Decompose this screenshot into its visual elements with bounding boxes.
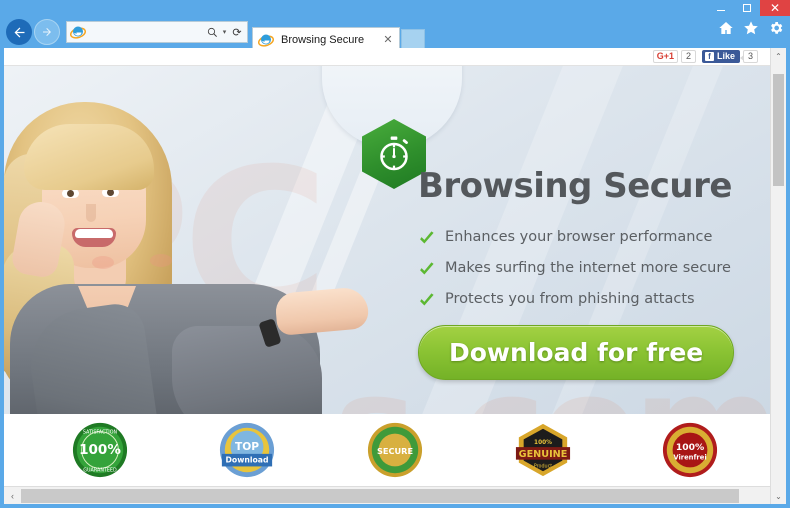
trust-badges-row: 100% SATISFACTION GUARANTEED TOP Downloa…	[4, 414, 786, 486]
list-item: Makes surfing the internet more secure	[418, 259, 748, 278]
feature-list: Enhances your browser performance Makes …	[418, 228, 748, 309]
home-icon[interactable]	[718, 20, 734, 36]
hero-copy: Browsing Secure Enhances your browser pe…	[418, 166, 748, 381]
top-download-badge: TOP Download	[218, 421, 276, 479]
settings-gear-icon[interactable]	[768, 20, 784, 36]
facebook-like-button[interactable]: f Like	[701, 50, 740, 63]
address-input[interactable]	[89, 26, 204, 38]
address-bar[interactable]: ▾ ⟳	[66, 21, 248, 43]
vertical-scroll-thumb[interactable]	[773, 74, 784, 186]
virenfrei-badge: 100% Virenfrei	[661, 421, 719, 479]
model-cheek	[150, 254, 172, 267]
list-item: Protects you from phishing attacts	[418, 290, 748, 309]
facebook-like-widget[interactable]: f Like 3	[701, 49, 758, 64]
svg-text:TOP: TOP	[235, 440, 259, 453]
checkmark-icon	[418, 292, 435, 309]
page-viewport: G+1 2 f Like 3 PC s.com	[4, 48, 786, 504]
genuine-product-badge: 100% GENUINE Product	[514, 421, 572, 479]
model-right-arm	[172, 326, 322, 414]
model-hair-front	[24, 124, 154, 190]
browser-toolbar	[718, 20, 784, 36]
horizontal-scroll-thumb[interactable]	[21, 488, 740, 503]
magnifier-icon	[207, 27, 217, 37]
tab-strip: Browsing Secure ✕	[252, 16, 425, 51]
svg-text:100%: 100%	[79, 442, 121, 458]
svg-text:GENUINE: GENUINE	[518, 449, 567, 460]
svg-text:Virenfrei: Virenfrei	[674, 454, 707, 462]
favorites-star-icon[interactable]	[743, 20, 759, 36]
google-plus-one-widget[interactable]: G+1 2	[652, 49, 696, 64]
feature-text: Enhances your browser performance	[445, 229, 713, 245]
feature-text: Makes surfing the internet more secure	[445, 260, 731, 277]
maximize-button[interactable]	[734, 0, 760, 16]
svg-text:GUARANTEED: GUARANTEED	[83, 467, 117, 473]
model-eye	[62, 189, 79, 198]
svg-text:Product: Product	[533, 463, 551, 469]
tab-favicon-icon	[258, 34, 274, 47]
vertical-scroll-track[interactable]	[771, 64, 786, 488]
back-arrow-icon	[14, 27, 24, 37]
minimize-icon	[717, 9, 725, 11]
page-title: Browsing Secure	[418, 166, 732, 206]
facebook-f-icon: f	[704, 52, 714, 61]
scroll-left-arrow-icon[interactable]: ‹	[4, 487, 21, 505]
maximize-icon	[743, 4, 751, 12]
close-button[interactable]: ✕	[760, 0, 790, 16]
tab-title: Browsing Secure	[281, 33, 365, 46]
search-icon[interactable]	[204, 23, 220, 41]
svg-text:SECURE: SECURE	[377, 446, 413, 456]
secure-badge: SECURE	[366, 421, 424, 479]
horizontal-scrollbar[interactable]: ‹ ›	[4, 486, 786, 504]
horizontal-scroll-track[interactable]	[21, 487, 769, 505]
close-icon: ✕	[769, 1, 781, 15]
svg-text:SATISFACTION: SATISFACTION	[83, 430, 118, 436]
refresh-icon[interactable]: ⟳	[229, 23, 245, 41]
model-teeth	[75, 229, 113, 238]
hero-section: PC s.com	[4, 66, 786, 414]
feature-text: Protects you from phishing attacts	[445, 291, 695, 308]
download-for-free-button[interactable]: Download for free	[418, 325, 735, 381]
satisfaction-guaranteed-badge: 100% SATISFACTION GUARANTEED	[71, 421, 129, 479]
scroll-up-arrow-icon[interactable]: ⌃	[771, 48, 786, 64]
tab-close-icon[interactable]: ✕	[381, 33, 395, 47]
back-button[interactable]	[6, 19, 32, 45]
title-bar: ✕	[0, 0, 790, 16]
checkmark-icon	[418, 230, 435, 247]
svg-text:100%: 100%	[676, 442, 704, 453]
list-item: Enhances your browser performance	[418, 228, 748, 247]
model-nose	[86, 204, 96, 222]
search-dropdown-caret-icon[interactable]: ▾	[220, 23, 229, 41]
social-share-bar: G+1 2 f Like 3	[4, 48, 786, 66]
facebook-like-label: Like	[716, 51, 735, 62]
model-mouth	[72, 228, 116, 247]
google-plus-one-button[interactable]: G+1	[652, 49, 678, 64]
hero-model-photo	[4, 94, 370, 414]
window-controls: ✕	[708, 0, 790, 16]
forward-button[interactable]	[34, 19, 60, 45]
svg-text:Download: Download	[226, 456, 269, 465]
forward-arrow-icon	[43, 28, 51, 36]
checkmark-icon	[418, 261, 435, 278]
navigation-bar: ▾ ⟳ Browsing Secure ✕	[0, 16, 790, 51]
facebook-like-count: 3	[739, 49, 758, 64]
vertical-scrollbar[interactable]: ⌃ ⌄	[770, 48, 786, 504]
scroll-down-arrow-icon[interactable]: ⌄	[771, 488, 786, 504]
internet-explorer-logo-icon	[70, 26, 86, 39]
model-cheek	[92, 256, 114, 269]
download-button-wrapper: Download for free	[418, 325, 748, 381]
model-open-hand	[274, 286, 370, 336]
google-plus-one-count: 2	[680, 49, 696, 64]
svg-text:100%: 100%	[534, 440, 552, 446]
minimize-button[interactable]	[708, 0, 734, 16]
browser-window: ✕ ▾ ⟳ Browsing Secure ✕ G+1 2 f Like 3 P…	[0, 0, 790, 508]
